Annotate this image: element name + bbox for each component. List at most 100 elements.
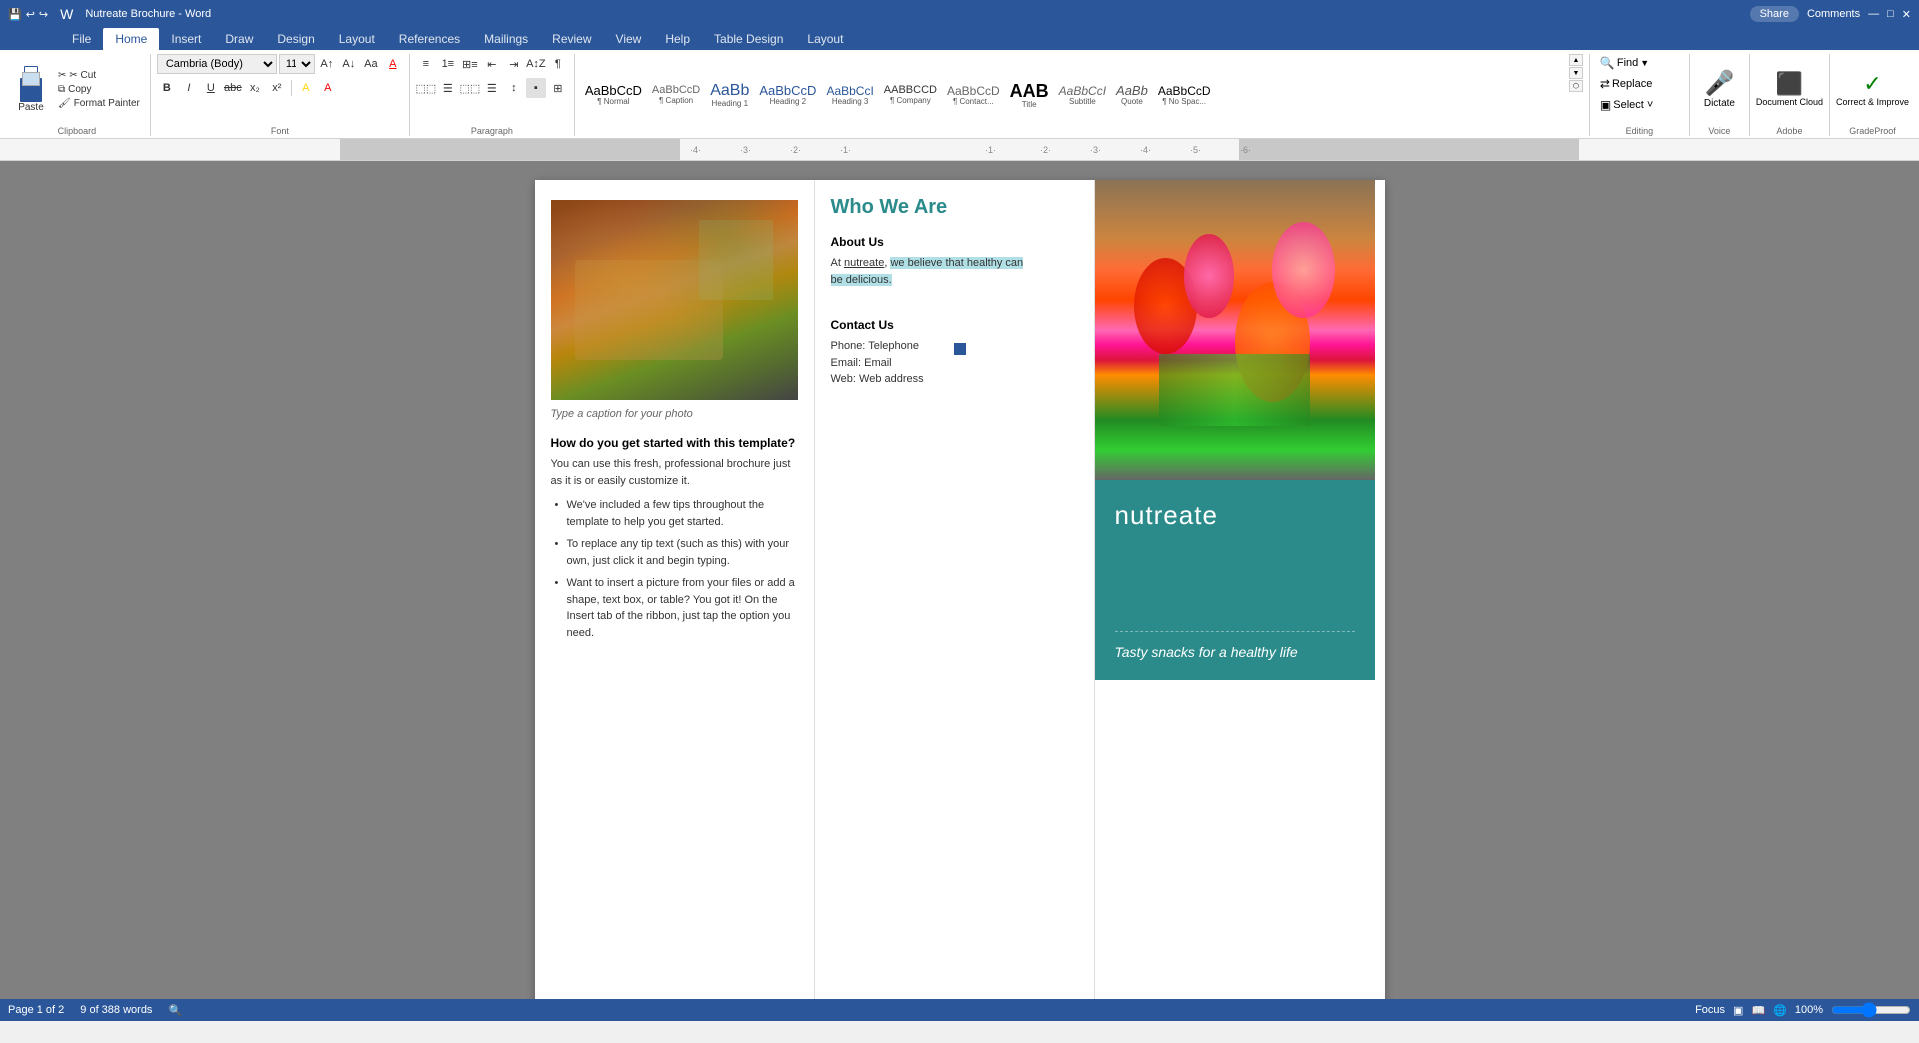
subscript-button[interactable]: x₂ [245, 78, 265, 98]
find-button[interactable]: 🔍 Find ▼ [1596, 54, 1653, 72]
justify-btn[interactable]: ☰ [482, 78, 502, 98]
correct-improve-button[interactable]: ✓ Correct & Improve [1836, 71, 1909, 107]
bullets-btn[interactable]: ≡ [416, 54, 436, 74]
view-mode-read[interactable]: 📖 [1751, 1004, 1765, 1017]
col2-title[interactable]: Who We Are [831, 196, 1078, 219]
tab-file[interactable]: File [60, 28, 103, 50]
underline-button[interactable]: U [201, 78, 221, 98]
focus-label[interactable]: Focus [1695, 1004, 1725, 1016]
tab-mailings[interactable]: Mailings [472, 28, 540, 50]
view-mode-web[interactable]: 🌐 [1773, 1004, 1787, 1017]
multilevel-btn[interactable]: ⊞≡ [460, 54, 480, 74]
flower-photo [1095, 180, 1375, 480]
bullet-item-1[interactable]: We've included a few tips throughout the… [551, 497, 798, 530]
ribbon-content: Paste ✂✂ Cut ⧉Copy 🖌Format Painter Clipb… [0, 50, 1919, 138]
dictate-button[interactable]: 🎤 Dictate [1704, 69, 1735, 109]
clear-format-btn[interactable]: A [383, 54, 403, 74]
tab-insert[interactable]: Insert [159, 28, 213, 50]
copy-button[interactable]: ⧉Copy [54, 83, 144, 96]
align-left-btn[interactable]: ⬚⬚ [416, 78, 436, 98]
line-spacing-btn[interactable]: ↕ [504, 78, 524, 98]
style-nospace[interactable]: AaBbCcD ¶ No Spac... [1154, 82, 1215, 109]
change-case-btn[interactable]: Aa [361, 54, 381, 74]
bullet-item-3[interactable]: Want to insert a picture from your files… [551, 575, 798, 641]
tab-review[interactable]: Review [540, 28, 603, 50]
style-normal[interactable]: AaBbCcD ¶ Normal [581, 81, 646, 109]
styles-scroll-more[interactable]: ⬡ [1569, 80, 1583, 92]
superscript-button[interactable]: x² [267, 78, 287, 98]
decrease-indent-btn[interactable]: ⇤ [482, 54, 502, 74]
brand-name[interactable]: nutreate [1115, 500, 1355, 531]
style-contact-label: ¶ Contact... [953, 97, 994, 106]
cut-button[interactable]: ✂✂ Cut [54, 69, 144, 82]
minimize-button[interactable]: — [1868, 8, 1879, 20]
borders-btn[interactable]: ⊞ [548, 78, 568, 98]
comments-button[interactable]: Comments [1807, 8, 1860, 20]
style-caption[interactable]: AaBbCcD ¶ Caption [648, 82, 704, 108]
para-controls: ≡ 1≡ ⊞≡ ⇤ ⇥ A↕Z ¶ ⬚⬚ ☰ ⬚⬚ ☰ ↕ ▪ [416, 54, 568, 124]
style-company[interactable]: AABBCCD ¶ Company [880, 82, 941, 108]
strikethrough-button[interactable]: abc [223, 78, 243, 98]
contact-web[interactable]: Web: Web address [831, 371, 1078, 388]
font-family-select[interactable]: Cambria (Body) [157, 54, 277, 74]
tab-design[interactable]: Design [265, 28, 326, 50]
style-heading1[interactable]: AaBb Heading 1 [706, 80, 753, 111]
tab-layout[interactable]: Layout [327, 28, 387, 50]
zoom-slider[interactable] [1831, 1004, 1911, 1016]
close-button[interactable]: ✕ [1902, 8, 1911, 21]
show-marks-btn[interactable]: ¶ [548, 54, 568, 74]
view-mode-print[interactable]: ▣ [1733, 1004, 1743, 1017]
numbering-btn[interactable]: 1≡ [438, 54, 458, 74]
align-center-btn[interactable]: ☰ [438, 78, 458, 98]
share-button[interactable]: Share [1750, 6, 1799, 22]
replace-button[interactable]: ⇄ Replace [1596, 75, 1656, 93]
tab-draw[interactable]: Draw [213, 28, 265, 50]
italic-button[interactable]: I [179, 78, 199, 98]
template-intro[interactable]: You can use this fresh, professional bro… [551, 456, 798, 489]
decrease-font-btn[interactable]: A↓ [339, 54, 359, 74]
selection-handle[interactable] [954, 343, 966, 355]
tab-home[interactable]: Home [103, 28, 159, 50]
tab-view[interactable]: View [604, 28, 654, 50]
find-label: Find [1617, 57, 1638, 69]
select-button[interactable]: ▣ Select ˅ [1596, 96, 1657, 114]
shading-btn[interactable]: ▪ [526, 78, 546, 98]
bullet-item-2[interactable]: To replace any tip text (such as this) w… [551, 536, 798, 569]
font-group: Cambria (Body) 11 A↑ A↓ Aa A B I U [151, 54, 410, 136]
align-right-btn[interactable]: ⬚⬚ [460, 78, 480, 98]
sort-btn[interactable]: A↕Z [526, 54, 546, 74]
maximize-button[interactable]: □ [1887, 8, 1894, 20]
undo-icon[interactable]: ↩ [26, 8, 35, 21]
save-icon[interactable]: 💾 [8, 8, 22, 21]
contact-email[interactable]: Email: Email [831, 355, 1078, 372]
about-heading[interactable]: About Us [831, 235, 1078, 249]
style-contact[interactable]: AaBbCcD ¶ Contact... [943, 82, 1004, 109]
template-heading[interactable]: How do you get started with this templat… [551, 436, 798, 450]
tagline[interactable]: Tasty snacks for a healthy life [1115, 631, 1355, 660]
styles-scroll-up[interactable]: ▲ [1569, 54, 1583, 66]
format-painter-button[interactable]: 🖌Format Painter [54, 97, 144, 110]
contact-heading[interactable]: Contact Us [831, 318, 1078, 332]
tab-references[interactable]: References [387, 28, 472, 50]
style-subtitle[interactable]: AaBbCcI Subtitle [1055, 82, 1110, 109]
font-color-button[interactable]: A [318, 78, 338, 98]
text-highlight-button[interactable]: A [296, 78, 316, 98]
increase-indent-btn[interactable]: ⇥ [504, 54, 524, 74]
style-heading3[interactable]: AaBbCcI Heading 3 [822, 82, 877, 109]
document-cloud-button[interactable]: ⬛ Document Cloud [1756, 71, 1823, 107]
paste-button[interactable]: Paste [10, 64, 52, 115]
editing-group: 🔍 Find ▼ ⇄ Replace ▣ Select ˅ Editing [1590, 54, 1690, 136]
tab-help[interactable]: Help [653, 28, 702, 50]
about-text[interactable]: At nutreate, we believe that healthy can… [831, 255, 1078, 288]
status-left: Page 1 of 2 9 of 388 words 🔍 [8, 1004, 182, 1017]
style-heading2[interactable]: AaBbCcD Heading 2 [755, 81, 820, 109]
bold-button[interactable]: B [157, 78, 177, 98]
redo-icon[interactable]: ↪ [39, 8, 48, 21]
style-title[interactable]: AAB Title [1006, 79, 1053, 112]
increase-font-btn[interactable]: A↑ [317, 54, 337, 74]
style-quote[interactable]: AaBb Quote [1112, 81, 1152, 109]
styles-scroll-down[interactable]: ▼ [1569, 67, 1583, 79]
font-size-select[interactable]: 11 [279, 54, 315, 74]
tab-table-design[interactable]: Table Design [702, 28, 795, 50]
tab-layout2[interactable]: Layout [795, 28, 855, 50]
